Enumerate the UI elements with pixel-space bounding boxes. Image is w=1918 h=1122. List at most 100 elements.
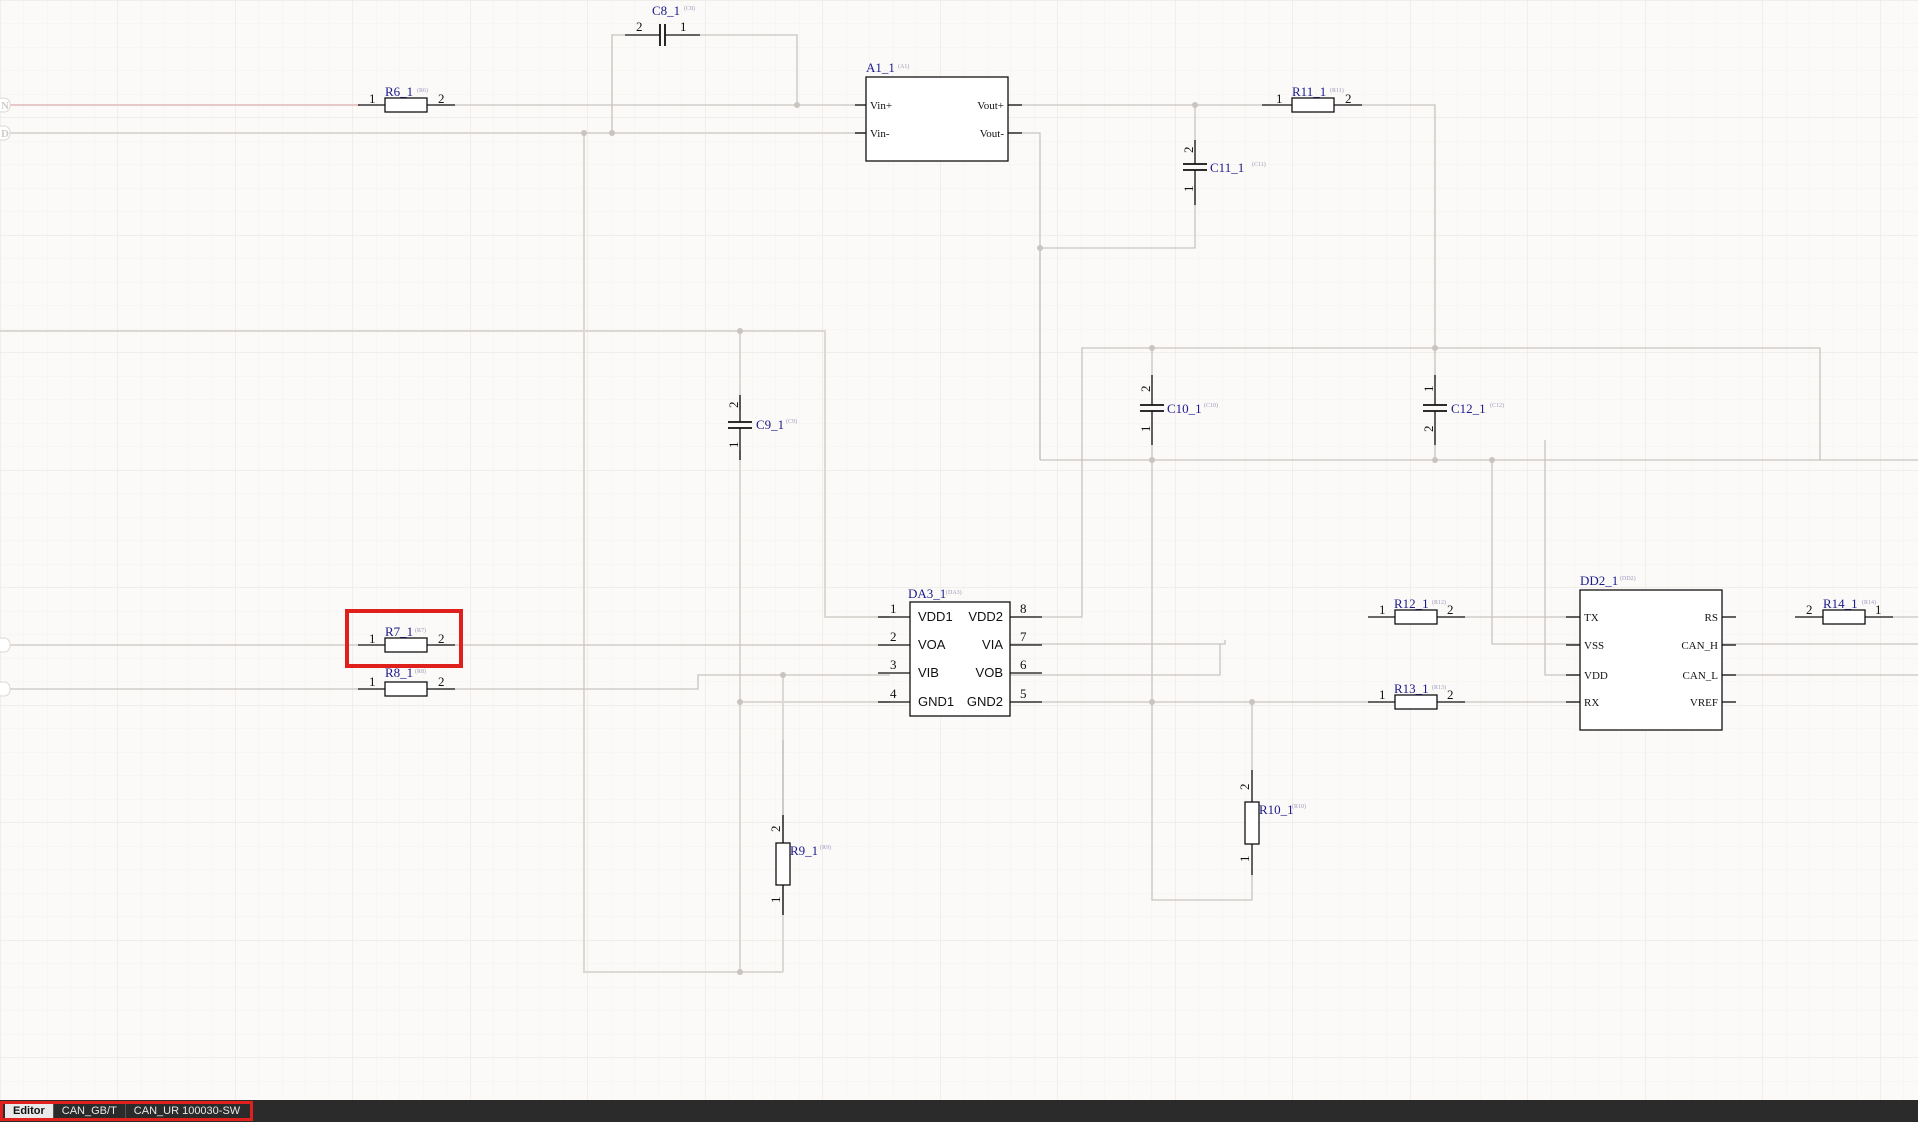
tab-can-ur-100030-sw[interactable]: CAN_UR 100030-SW <box>126 1104 248 1118</box>
svg-text:1: 1 <box>1875 602 1882 617</box>
designator-da3: DA3_1 <box>908 586 946 601</box>
svg-text:CAN_H: CAN_H <box>1681 640 1718 652</box>
svg-text:(R12): (R12) <box>1432 599 1446 606</box>
svg-text:1: 1 <box>890 601 897 616</box>
svg-text:4: 4 <box>890 686 897 701</box>
designator-r12: R12_1 <box>1394 596 1429 611</box>
svg-text:2: 2 <box>1138 386 1153 393</box>
svg-text:2: 2 <box>726 402 741 409</box>
svg-text:1: 1 <box>1421 386 1436 393</box>
svg-text:(R6): (R6) <box>417 87 428 94</box>
svg-text:(DD2): (DD2) <box>1620 575 1636 582</box>
designator-dd2: DD2_1 <box>1580 573 1618 588</box>
designator-c12: C12_1 <box>1451 401 1486 416</box>
svg-text:(C11): (C11) <box>1252 161 1266 168</box>
svg-text:2: 2 <box>1421 426 1436 433</box>
svg-text:GND2: GND2 <box>967 694 1003 709</box>
designator-a1: A1_1 <box>866 60 895 75</box>
svg-text:1: 1 <box>369 674 376 689</box>
svg-text:(R13): (R13) <box>1432 684 1446 691</box>
svg-text:(R14): (R14) <box>1862 599 1876 606</box>
svg-text:2: 2 <box>636 19 643 34</box>
svg-text:(R11): (R11) <box>1330 87 1344 94</box>
svg-text:CAN_L: CAN_L <box>1683 670 1719 682</box>
grid-background <box>0 0 1918 1100</box>
svg-text:(DA3): (DA3) <box>946 589 962 596</box>
svg-text:3: 3 <box>890 657 897 672</box>
svg-text:VREF: VREF <box>1690 697 1718 709</box>
svg-text:1: 1 <box>1379 687 1386 702</box>
designator-r10: R10_1 <box>1259 802 1294 817</box>
svg-text:(A1): (A1) <box>898 63 909 70</box>
svg-text:8: 8 <box>1020 601 1027 616</box>
svg-text:(C12): (C12) <box>1490 402 1504 409</box>
designator-r8: R8_1 <box>385 665 413 680</box>
svg-text:2: 2 <box>438 631 445 646</box>
svg-text:(C9): (C9) <box>786 418 797 425</box>
svg-text:VIB: VIB <box>918 665 939 680</box>
designator-c10: C10_1 <box>1167 401 1202 416</box>
svg-text:2: 2 <box>1447 687 1454 702</box>
svg-text:2: 2 <box>1181 147 1196 154</box>
schematic-canvas[interactable]: N D C8_1 (C8) 2 1 R6_1 (R6) 1 2 A1_1 (A1… <box>0 0 1918 1100</box>
svg-text:1: 1 <box>1181 186 1196 193</box>
svg-text:VDD2: VDD2 <box>968 609 1003 624</box>
document-tabs: Editor CAN_GB/T CAN_UR 100030-SW <box>0 1101 254 1121</box>
svg-text:2: 2 <box>1345 91 1352 106</box>
net-label-second: D <box>1 128 9 140</box>
bottom-tab-bar: Editor CAN_GB/T CAN_UR 100030-SW <box>0 1100 1918 1122</box>
net-label-top: N <box>1 100 9 112</box>
svg-text:(R8): (R8) <box>415 668 426 675</box>
designator-r6: R6_1 <box>385 84 413 99</box>
svg-text:1: 1 <box>369 631 376 646</box>
svg-text:Vout-: Vout- <box>980 128 1005 140</box>
svg-text:VDD1: VDD1 <box>918 609 953 624</box>
svg-text:1: 1 <box>726 442 741 449</box>
svg-text:TX: TX <box>1584 612 1599 624</box>
svg-text:(R7): (R7) <box>415 627 426 634</box>
svg-text:2: 2 <box>438 91 445 106</box>
svg-text:GND1: GND1 <box>918 694 954 709</box>
svg-text:1: 1 <box>1138 426 1153 433</box>
svg-text:VSS: VSS <box>1584 640 1604 652</box>
designator-r13: R13_1 <box>1394 681 1429 696</box>
designator-c9: C9_1 <box>756 417 784 432</box>
svg-text:2: 2 <box>438 674 445 689</box>
designator-c8: C8_1 <box>652 3 680 18</box>
svg-text:VOA: VOA <box>918 637 946 652</box>
svg-text:1: 1 <box>1276 91 1283 106</box>
svg-text:VDD: VDD <box>1584 670 1608 682</box>
svg-text:(R10): (R10) <box>1292 803 1306 810</box>
svg-text:(R9): (R9) <box>820 844 831 851</box>
svg-text:7: 7 <box>1020 629 1027 644</box>
svg-text:VIA: VIA <box>982 637 1003 652</box>
designator-r14: R14_1 <box>1823 596 1858 611</box>
svg-text:1: 1 <box>768 897 783 904</box>
svg-text:Vin+: Vin+ <box>870 100 892 112</box>
svg-text:VOB: VOB <box>976 665 1003 680</box>
svg-text:1: 1 <box>1237 856 1252 863</box>
designator-c11: C11_1 <box>1210 160 1244 175</box>
svg-text:2: 2 <box>1447 602 1454 617</box>
svg-text:2: 2 <box>1237 784 1252 791</box>
svg-text:RS: RS <box>1705 612 1718 624</box>
svg-text:RX: RX <box>1584 697 1599 709</box>
svg-text:6: 6 <box>1020 657 1027 672</box>
svg-text:1: 1 <box>680 19 687 34</box>
svg-text:1: 1 <box>1379 602 1386 617</box>
tab-editor[interactable]: Editor <box>5 1104 54 1118</box>
tab-can-gb-t[interactable]: CAN_GB/T <box>54 1104 126 1118</box>
svg-text:Vin-: Vin- <box>870 128 890 140</box>
designator-r9: R9_1 <box>790 843 818 858</box>
designator-r7: R7_1 <box>385 624 413 639</box>
svg-text:Vout+: Vout+ <box>977 100 1004 112</box>
svg-text:2: 2 <box>768 826 783 833</box>
ic-dd2[interactable]: DD2_1 (DD2) TX VSS VDD RX RS CAN_H CAN_L… <box>1566 573 1736 731</box>
svg-text:5: 5 <box>1020 686 1027 701</box>
svg-text:2: 2 <box>1806 602 1813 617</box>
svg-text:(C10): (C10) <box>1204 402 1218 409</box>
svg-text:2: 2 <box>890 629 897 644</box>
designator-r11: R11_1 <box>1292 84 1326 99</box>
svg-text:(C8): (C8) <box>684 5 695 12</box>
svg-text:1: 1 <box>369 91 376 106</box>
